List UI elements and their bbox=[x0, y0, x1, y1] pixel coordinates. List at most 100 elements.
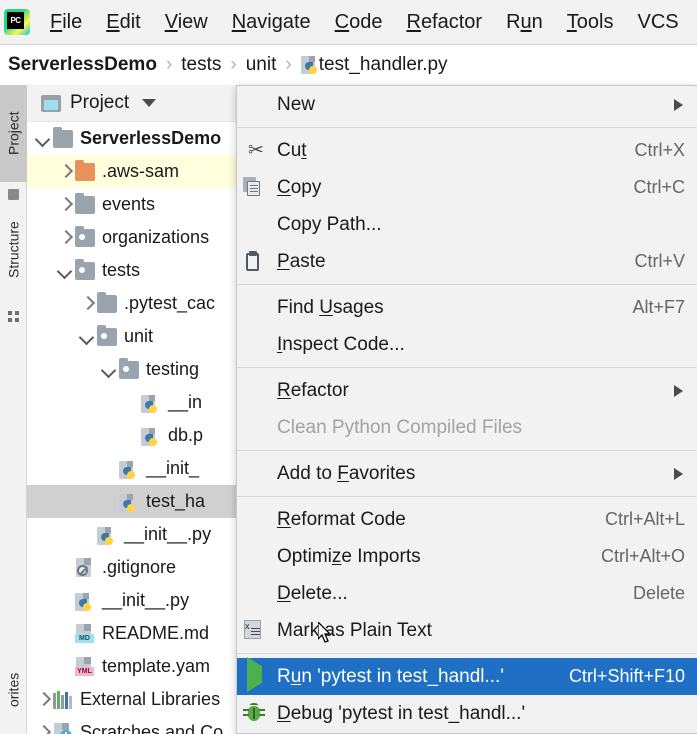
tree-row[interactable]: .aws-sam bbox=[27, 155, 237, 188]
menu-item-find-usages[interactable]: Find UsagesAlt+F7 bbox=[237, 289, 697, 326]
menu-tools[interactable]: Tools bbox=[555, 11, 626, 34]
tree-row[interactable]: testing bbox=[27, 353, 237, 386]
tree-row[interactable]: .pytest_cac bbox=[27, 287, 237, 320]
menu-item-label: Refactor bbox=[277, 380, 674, 402]
project-tool-window: Project ServerlessDemo .aws-samevents orga… bbox=[27, 85, 237, 734]
menu-vcs[interactable]: VCS bbox=[626, 11, 691, 34]
tree-row[interactable]: External Libraries bbox=[27, 683, 237, 716]
tree-row[interactable]: unit bbox=[27, 320, 237, 353]
breadcrumb-item-project[interactable]: ServerlessDemo bbox=[8, 54, 157, 76]
menu-item-reformat-code[interactable]: Reformat CodeCtrl+Alt+L bbox=[237, 501, 697, 538]
menu-item-inspect-code[interactable]: Inspect Code... bbox=[237, 326, 697, 363]
tree-row[interactable]: ServerlessDemo bbox=[27, 122, 237, 155]
tree-row[interactable]: __init_ bbox=[27, 452, 237, 485]
tree-row[interactable]: YMLtemplate.yam bbox=[27, 650, 237, 683]
tool-tab-favorites-label: orites bbox=[6, 672, 22, 706]
chevron-down-icon[interactable] bbox=[57, 263, 73, 279]
plain-text-icon: x bbox=[243, 620, 269, 642]
tree-row[interactable]: db.p bbox=[27, 419, 237, 452]
chevron-right-icon[interactable] bbox=[35, 692, 51, 708]
python-file-icon bbox=[301, 55, 319, 75]
menu-separator bbox=[237, 496, 697, 497]
python-file-icon bbox=[141, 427, 161, 445]
context-menu: New ✂CutCtrl+XCopyCtrl+CCopy Path...Paste… bbox=[236, 85, 697, 734]
chevron-right-icon[interactable] bbox=[35, 725, 51, 734]
menu-item-cut[interactable]: ✂CutCtrl+X bbox=[237, 132, 697, 169]
menu-item-label: Optimize Imports bbox=[277, 546, 601, 568]
menu-view[interactable]: View bbox=[153, 11, 220, 34]
menu-item-icon-none bbox=[243, 334, 269, 356]
breadcrumb-item-file[interactable]: test_handler.py bbox=[319, 54, 448, 76]
tree-row[interactable]: __init__.py bbox=[27, 518, 237, 551]
chevron-down-icon[interactable] bbox=[101, 362, 117, 378]
tree-spacer bbox=[101, 461, 117, 477]
menu-edit[interactable]: Edit bbox=[94, 11, 152, 34]
tree-item-label: organizations bbox=[102, 227, 209, 248]
project-file-tree: ServerlessDemo .aws-samevents organization… bbox=[27, 122, 237, 734]
chevron-right-icon[interactable] bbox=[57, 230, 73, 246]
tree-row[interactable]: tests bbox=[27, 254, 237, 287]
tree-item-label: ServerlessDemo bbox=[80, 128, 221, 149]
menu-item-debug-pytest-in-test-handl[interactable]: Debug 'pytest in test_handl...' bbox=[237, 695, 697, 732]
tool-tab-structure[interactable]: Structure bbox=[0, 195, 27, 305]
tree-item-label: External Libraries bbox=[80, 689, 220, 710]
menu-item-paste[interactable]: PasteCtrl+V bbox=[237, 243, 697, 280]
tree-row[interactable]: .gitignore bbox=[27, 551, 237, 584]
menu-navigate[interactable]: Navigate bbox=[220, 11, 323, 34]
tree-row[interactable]: test_ha bbox=[27, 485, 237, 518]
tree-spacer bbox=[57, 593, 73, 609]
tree-row[interactable]: Scratches and Co bbox=[27, 716, 237, 734]
menu-item-label: New bbox=[277, 94, 674, 116]
menu-item-new[interactable]: New bbox=[237, 86, 697, 123]
menu-run[interactable]: Run bbox=[494, 11, 555, 34]
menu-item-clean-python-compiled-files: Clean Python Compiled Files bbox=[237, 409, 697, 446]
markdown-file-icon: MD bbox=[75, 624, 95, 643]
menu-item-run-pytest-in-test-handl[interactable]: Run 'pytest in test_handl...'Ctrl+Shift+… bbox=[237, 658, 697, 695]
breadcrumb-separator-icon: › bbox=[221, 54, 245, 76]
tool-tab-project[interactable]: Project bbox=[0, 85, 27, 182]
folder-icon bbox=[97, 295, 117, 313]
source-folder-icon bbox=[97, 328, 117, 346]
chevron-right-icon[interactable] bbox=[57, 197, 73, 213]
menu-separator bbox=[237, 450, 697, 451]
tool-tab-favorites[interactable]: orites bbox=[0, 645, 27, 734]
copy-icon bbox=[243, 177, 269, 199]
chevron-right-icon[interactable] bbox=[79, 296, 95, 312]
menu-item-copy-path[interactable]: Copy Path... bbox=[237, 206, 697, 243]
menu-file[interactable]: File bbox=[38, 11, 94, 34]
menu-refactor[interactable]: Refactor bbox=[394, 11, 494, 34]
menu-code[interactable]: Code bbox=[323, 11, 395, 34]
chevron-right-icon[interactable] bbox=[57, 164, 73, 180]
menu-item-copy[interactable]: CopyCtrl+C bbox=[237, 169, 697, 206]
gitignore-file-icon bbox=[75, 558, 95, 577]
menu-item-refactor[interactable]: Refactor bbox=[237, 372, 697, 409]
menu-item-shortcut: Ctrl+X bbox=[634, 140, 697, 161]
tool-tab-structure-label: Structure bbox=[6, 222, 22, 279]
menu-separator bbox=[237, 284, 697, 285]
breadcrumb-item-tests[interactable]: tests bbox=[181, 54, 221, 76]
menu-item-shortcut: Delete bbox=[633, 583, 697, 604]
menu-window[interactable]: Window bbox=[691, 11, 697, 34]
tree-item-label: testing bbox=[146, 359, 199, 380]
menu-item-mark-as-plain-text[interactable]: xMark as Plain Text bbox=[237, 612, 697, 649]
chevron-down-icon[interactable] bbox=[142, 99, 156, 107]
tree-row[interactable]: MD README.md bbox=[27, 617, 237, 650]
tree-row[interactable]: events bbox=[27, 188, 237, 221]
menu-bar-items: FileEditViewNavigateCodeRefactorRunTools… bbox=[38, 11, 697, 34]
tree-row[interactable]: __init__.py bbox=[27, 584, 237, 617]
menu-item-label: Add to Favorites bbox=[277, 463, 674, 485]
tree-item-label: db.p bbox=[168, 425, 203, 446]
chevron-down-icon[interactable] bbox=[35, 131, 51, 147]
menu-item-add-to-favorites[interactable]: Add to Favorites bbox=[237, 455, 697, 492]
breadcrumb-item-unit[interactable]: unit bbox=[246, 54, 277, 76]
tree-row[interactable]: __in bbox=[27, 386, 237, 419]
tree-item-label: README.md bbox=[102, 623, 209, 644]
tree-row[interactable]: organizations bbox=[27, 221, 237, 254]
menu-item-delete[interactable]: Delete...Delete bbox=[237, 575, 697, 612]
tree-spacer bbox=[101, 494, 117, 510]
tree-item-label: unit bbox=[124, 326, 153, 347]
chevron-down-icon[interactable] bbox=[79, 329, 95, 345]
menu-item-icon-none bbox=[243, 463, 269, 485]
menu-item-optimize-imports[interactable]: Optimize ImportsCtrl+Alt+O bbox=[237, 538, 697, 575]
project-panel-header[interactable]: Project bbox=[27, 85, 237, 122]
